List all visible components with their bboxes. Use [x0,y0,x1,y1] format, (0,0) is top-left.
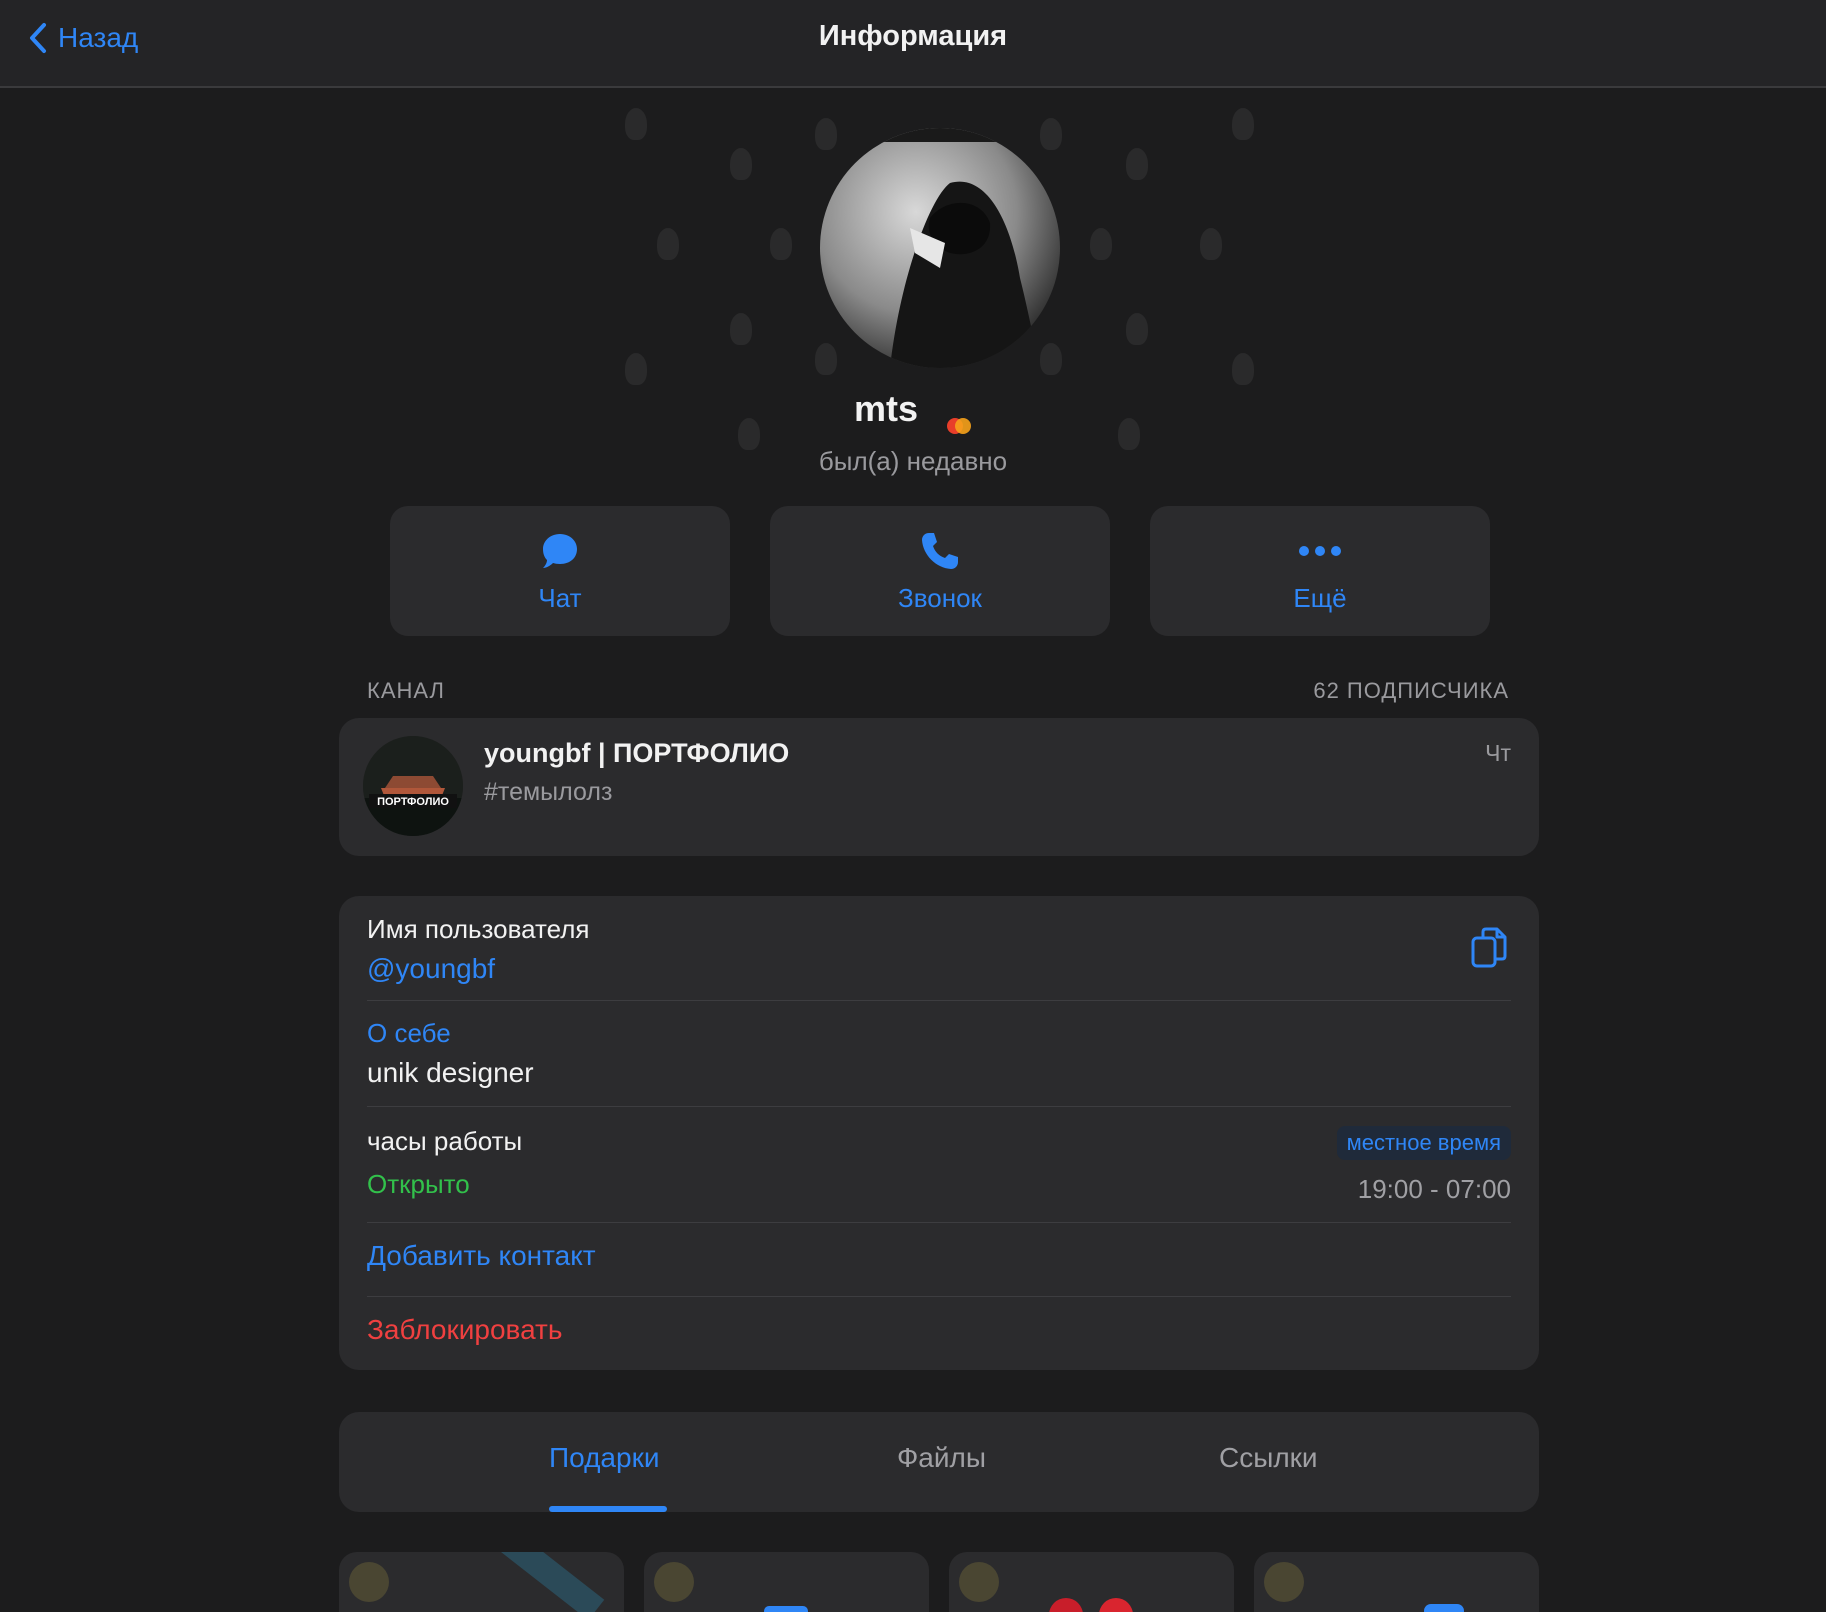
hours-range: 19:00 - 07:00 [1357,1174,1511,1204]
channel-title: youngbf | ПОРТФОЛИО [484,738,790,768]
gift-image [1049,1598,1083,1612]
channel-section-label: КАНАЛ [367,678,445,703]
last-seen-status: был(а) недавно [818,446,1008,476]
more-button[interactable]: Ещё [1150,506,1490,636]
business-hours-row[interactable]: часы работы Открыто местное время 19:00 … [367,1126,1511,1206]
tab-gifts[interactable]: Подарки [549,1442,659,1474]
channel-last-post-day: Чт [1485,740,1511,766]
sender-avatar [349,1562,389,1602]
more-dots-icon [1297,529,1343,573]
channel-subtitle: #темылолз [484,778,613,806]
gift-item[interactable] [339,1552,624,1612]
hours-open-status: Открыто [367,1169,470,1199]
tab-files[interactable]: Файлы [897,1442,986,1474]
action-buttons: Чат Звонок Ещё [390,506,1490,636]
divider [367,1000,1511,1001]
sender-avatar [959,1562,999,1602]
gift-item[interactable] [644,1552,929,1612]
call-button-label: Звонок [898,582,982,613]
subscriber-count: 62 ПОДПИСЧИКА [1313,678,1509,703]
gift-ribbon [493,1552,605,1612]
sender-avatar [1264,1562,1304,1602]
channel-avatar-text: ПОРТФОЛИО [377,796,449,808]
chat-bubble-icon [540,529,580,573]
more-button-label: Ещё [1293,582,1347,613]
divider [367,1296,1511,1297]
media-tabs: Подарки Файлы Ссылки [339,1412,1539,1512]
gift-item[interactable] [1254,1552,1539,1612]
divider [367,1106,1511,1107]
gifts-grid [339,1552,1539,1612]
page-title: Информация [818,20,1008,52]
gift-image [1099,1598,1133,1612]
username-row[interactable]: Имя пользователя @youngbf [367,914,1511,994]
local-time-toggle[interactable]: местное время [1336,1126,1511,1160]
channel-avatar: ПОРТФОЛИО [363,736,463,836]
username-label: Имя пользователя [367,914,590,944]
channel-section-header: КАНАЛ 62 ПОДПИСЧИКА [367,678,1509,704]
add-contact-label: Добавить контакт [367,1240,596,1271]
active-tab-indicator [549,1506,667,1512]
chat-button-label: Чат [538,582,582,613]
gift-image [1424,1604,1464,1612]
profile-avatar[interactable] [820,128,1060,368]
about-value: unik designer [367,1057,534,1088]
chat-button[interactable]: Чат [390,506,730,636]
about-row: О себе unik designer [367,1018,1511,1089]
username-value[interactable]: @youngbf [367,953,1511,985]
phone-icon [919,529,961,573]
profile-name: mts [853,388,918,429]
divider [367,1222,1511,1223]
channel-card[interactable]: ПОРТФОЛИО youngbf | ПОРТФОЛИО #темылолз … [339,718,1539,856]
tab-links[interactable]: Ссылки [1219,1442,1318,1474]
copy-icon[interactable] [1469,926,1509,975]
add-contact-button[interactable]: Добавить контакт [367,1240,1511,1272]
premium-badge-icon[interactable] [946,402,972,435]
user-info-card: Имя пользователя @youngbf О себе unik de… [339,896,1539,1370]
profile-name-row: mts [0,388,1826,435]
block-label: Заблокировать [367,1314,563,1345]
sender-avatar [654,1562,694,1602]
gift-image [764,1606,808,1612]
navigation-bar: Назад Информация [0,0,1826,88]
call-button[interactable]: Звонок [770,506,1110,636]
block-user-button[interactable]: Заблокировать [367,1314,1511,1346]
about-label: О себе [367,1018,451,1048]
gift-item[interactable] [949,1552,1234,1612]
